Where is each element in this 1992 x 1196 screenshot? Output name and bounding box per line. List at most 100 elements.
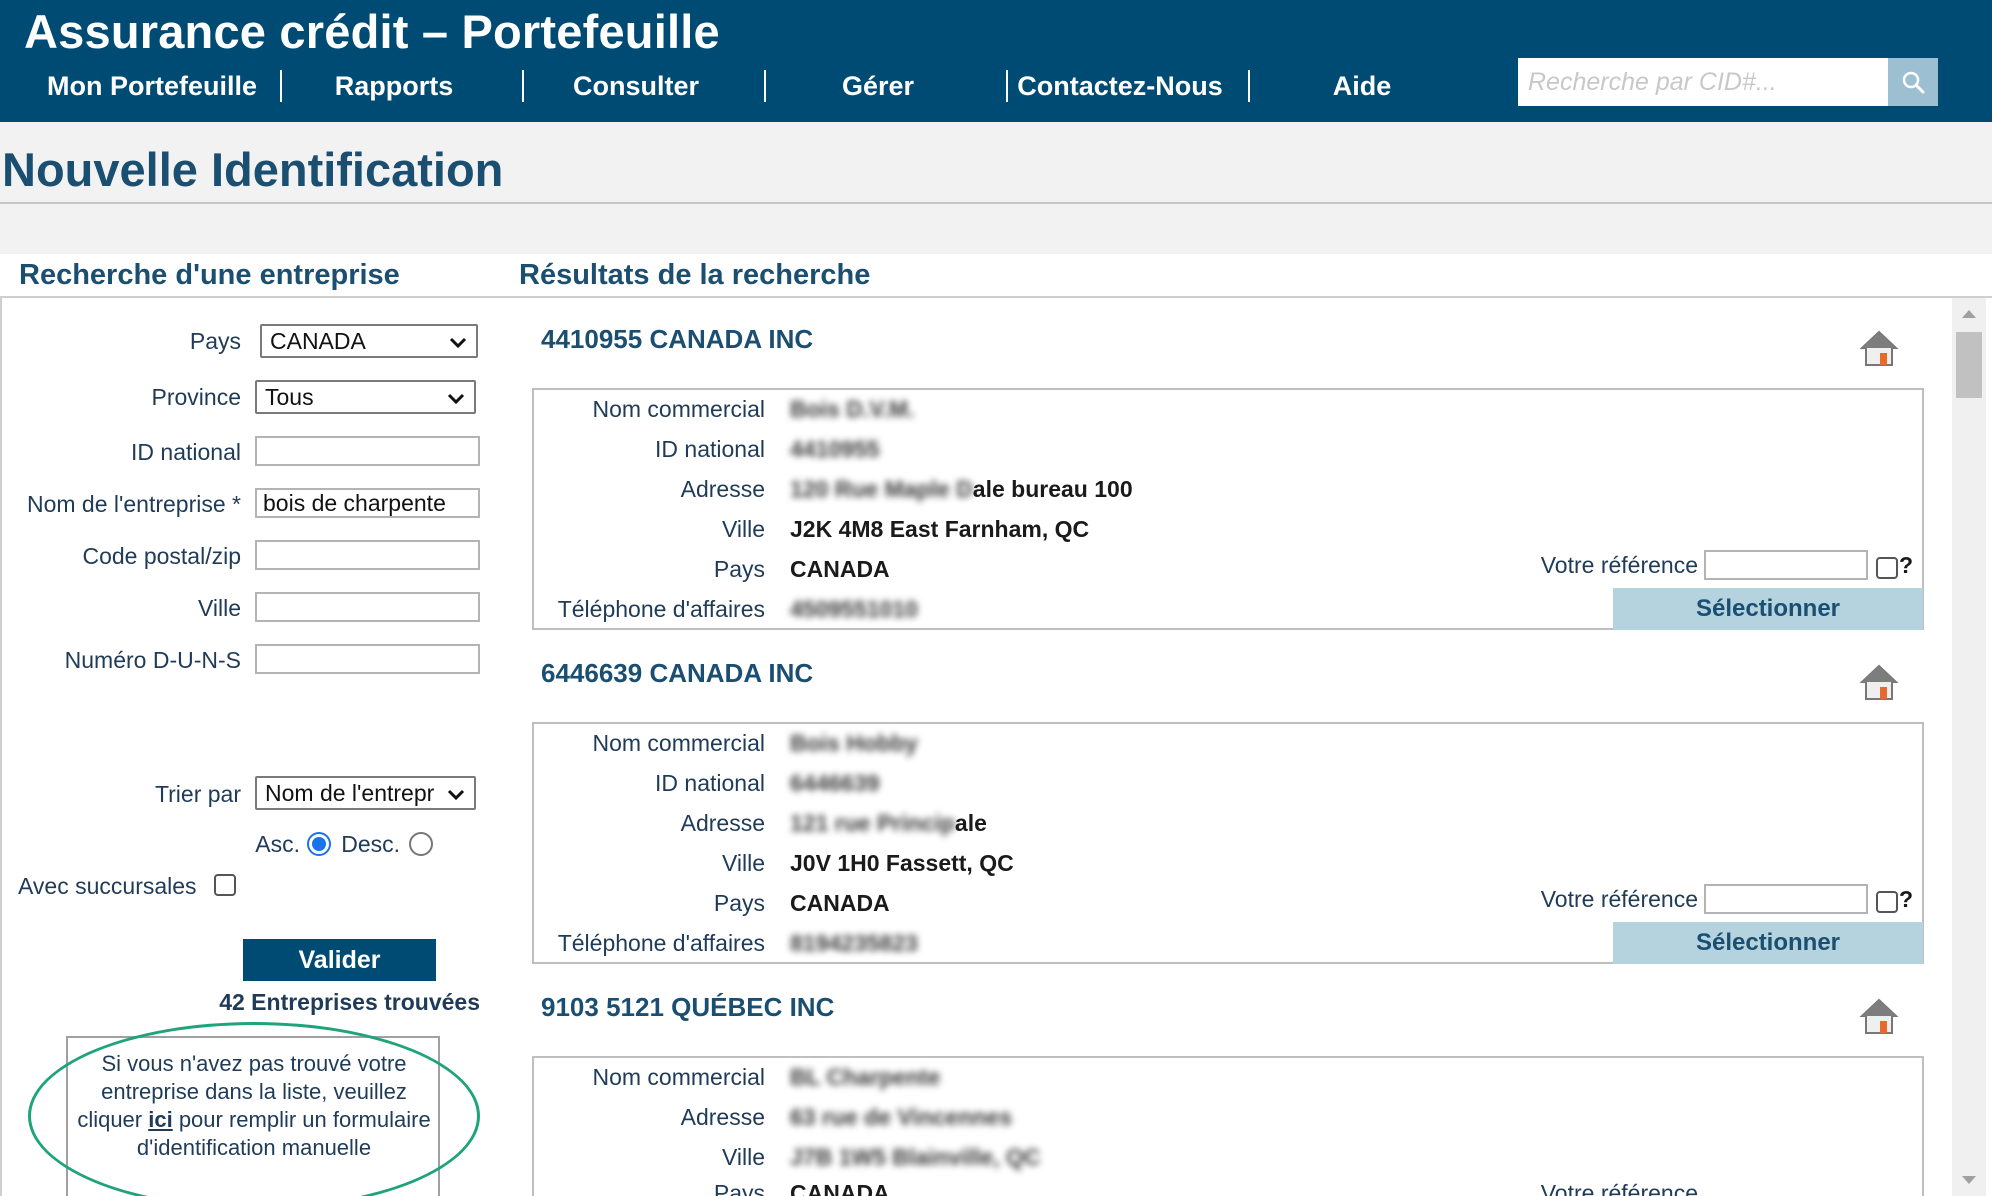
chevron-down-icon bbox=[449, 337, 467, 349]
pays-select[interactable]: CANADA bbox=[260, 324, 478, 358]
house-icon[interactable] bbox=[1858, 328, 1900, 370]
clipped-row: Pays CANADA Votre référence bbox=[532, 1180, 1924, 1196]
nav-separator bbox=[280, 70, 282, 102]
reference-label: Votre référence bbox=[1540, 552, 1698, 578]
city-input[interactable] bbox=[255, 592, 480, 622]
select-company-button[interactable]: Sélectionner bbox=[1613, 922, 1923, 964]
field-label-nom-commercial: Nom commercial bbox=[592, 396, 765, 422]
province-label: Province bbox=[151, 384, 241, 410]
nav-rapports[interactable]: Rapports bbox=[292, 66, 496, 106]
validate-button[interactable]: Valider bbox=[243, 939, 436, 981]
province-selected-value: Tous bbox=[265, 384, 314, 410]
duns-label: Numéro D-U-N-S bbox=[64, 647, 241, 673]
field-label-id-national: ID national bbox=[655, 770, 765, 796]
reference-label: Votre référence bbox=[1540, 886, 1698, 912]
company-name-input[interactable] bbox=[255, 488, 480, 518]
sort-by-select[interactable]: Nom de l'entrepr bbox=[255, 776, 476, 810]
reference-label: Votre référence bbox=[1540, 1180, 1698, 1196]
field-label-adresse: Adresse bbox=[680, 810, 765, 836]
reference-checkbox[interactable] bbox=[1876, 557, 1898, 579]
sort-by-label: Trier par bbox=[154, 781, 241, 807]
field-label-telephone: Téléphone d'affaires bbox=[557, 930, 765, 956]
reference-checkbox[interactable] bbox=[1876, 891, 1898, 913]
field-value-ville: J7B 1W5 Blainville, QC bbox=[790, 1144, 1041, 1170]
postal-code-label: Code postal/zip bbox=[82, 543, 241, 569]
house-icon[interactable] bbox=[1858, 996, 1900, 1038]
scroll-up-arrow[interactable] bbox=[1962, 310, 1976, 318]
pays-selected-value: CANADA bbox=[270, 328, 366, 354]
field-value-id-national: 4410955 bbox=[790, 436, 880, 462]
field-value-pays: CANADA bbox=[790, 556, 890, 582]
nav-separator bbox=[764, 70, 766, 102]
field-label-adresse: Adresse bbox=[680, 476, 765, 502]
field-value-ville: J2K 4M8 East Farnham, QC bbox=[790, 516, 1090, 542]
search-button[interactable] bbox=[1888, 58, 1938, 106]
field-label-pays: Pays bbox=[713, 890, 765, 916]
province-select[interactable]: Tous bbox=[255, 380, 476, 414]
nav-separator bbox=[1248, 70, 1250, 102]
nav-mon-portefeuille[interactable]: Mon Portefeuille bbox=[28, 66, 276, 106]
sort-asc-radio[interactable] bbox=[307, 832, 331, 856]
field-label-ville: Ville bbox=[721, 1144, 765, 1170]
field-value-nom-commercial: Bois D.V.M. bbox=[790, 396, 915, 422]
results-section-heading: Résultats de la recherche bbox=[519, 259, 871, 291]
field-label-ville: Ville bbox=[721, 850, 765, 876]
nav-gerer[interactable]: Gérer bbox=[776, 66, 980, 106]
field-label-nom-commercial: Nom commercial bbox=[592, 1064, 765, 1090]
branches-checkbox[interactable] bbox=[214, 874, 236, 896]
id-national-input[interactable] bbox=[255, 436, 480, 466]
reference-input[interactable] bbox=[1704, 550, 1868, 580]
field-value-adresse: 63 rue de Vincennes bbox=[790, 1104, 1013, 1130]
field-label-pays: Pays bbox=[713, 1180, 765, 1196]
scrollbar-thumb[interactable] bbox=[1956, 332, 1982, 398]
field-label-ville: Ville bbox=[721, 516, 765, 542]
nav-contactez-nous[interactable]: Contactez-Nous bbox=[1010, 66, 1230, 106]
nav-separator bbox=[1006, 70, 1008, 102]
field-value-telephone: 4509551010 bbox=[790, 596, 918, 622]
scroll-down-arrow[interactable] bbox=[1962, 1176, 1976, 1184]
field-value-nom-commercial: Bois Hobby bbox=[790, 730, 918, 756]
cid-search-input[interactable] bbox=[1518, 58, 1888, 106]
field-label-nom-commercial: Nom commercial bbox=[592, 730, 765, 756]
field-value-adresse: 120 Rue Maple Dale bureau 100 bbox=[790, 476, 1133, 502]
desc-label: Desc. bbox=[341, 831, 400, 857]
reference-input[interactable] bbox=[1704, 884, 1868, 914]
divider bbox=[0, 296, 1992, 298]
house-icon[interactable] bbox=[1858, 662, 1900, 704]
nav-separator bbox=[522, 70, 524, 102]
id-national-label: ID national bbox=[131, 439, 241, 465]
duns-input[interactable] bbox=[255, 644, 480, 674]
nav-aide[interactable]: Aide bbox=[1260, 66, 1464, 106]
result-company-name: 9103 5121 QUÉBEC INC bbox=[541, 992, 835, 1022]
result-company-name: 6446639 CANADA INC bbox=[541, 658, 814, 688]
branches-label: Avec succursales bbox=[18, 873, 197, 899]
field-label-adresse: Adresse bbox=[680, 1104, 765, 1130]
title-band: Nouvelle Identification bbox=[0, 122, 1992, 254]
field-value-pays: CANADA bbox=[790, 1180, 890, 1196]
help-question-mark[interactable]: ? bbox=[1899, 886, 1913, 913]
field-value-adresse: 121 rue Principale bbox=[790, 810, 987, 836]
company-name-label: Nom de l'entreprise * bbox=[26, 491, 241, 517]
manual-identification-text: Si vous n'avez pas trouvé votre entrepri… bbox=[77, 1051, 431, 1160]
search-icon bbox=[1902, 71, 1925, 94]
select-company-button[interactable]: Sélectionner bbox=[1613, 588, 1923, 630]
results-scrollbar[interactable] bbox=[1952, 298, 1986, 1196]
app-title: Assurance crédit – Portefeuille bbox=[24, 5, 720, 58]
nav-consulter[interactable]: Consulter bbox=[534, 66, 738, 106]
field-value-telephone: 8194235823 bbox=[790, 930, 918, 956]
asc-label: Asc. bbox=[255, 831, 300, 857]
divider bbox=[0, 202, 1992, 204]
result-company-name: 4410955 CANADA INC bbox=[541, 324, 814, 354]
app-header: Assurance crédit – Portefeuille Mon Port… bbox=[0, 0, 1992, 122]
sort-desc-radio[interactable] bbox=[409, 832, 433, 856]
manual-form-link[interactable]: ici bbox=[148, 1107, 172, 1132]
divider bbox=[0, 296, 2, 1196]
field-label-pays: Pays bbox=[713, 556, 765, 582]
chevron-down-icon bbox=[447, 789, 465, 801]
city-label: Ville bbox=[197, 595, 241, 621]
field-value-ville: J0V 1H0 Fassett, QC bbox=[790, 850, 1014, 876]
help-question-mark[interactable]: ? bbox=[1899, 552, 1913, 579]
postal-code-input[interactable] bbox=[255, 540, 480, 570]
results-count: 42 Entreprises trouvées bbox=[219, 989, 480, 1015]
field-label-id-national: ID national bbox=[655, 436, 765, 462]
